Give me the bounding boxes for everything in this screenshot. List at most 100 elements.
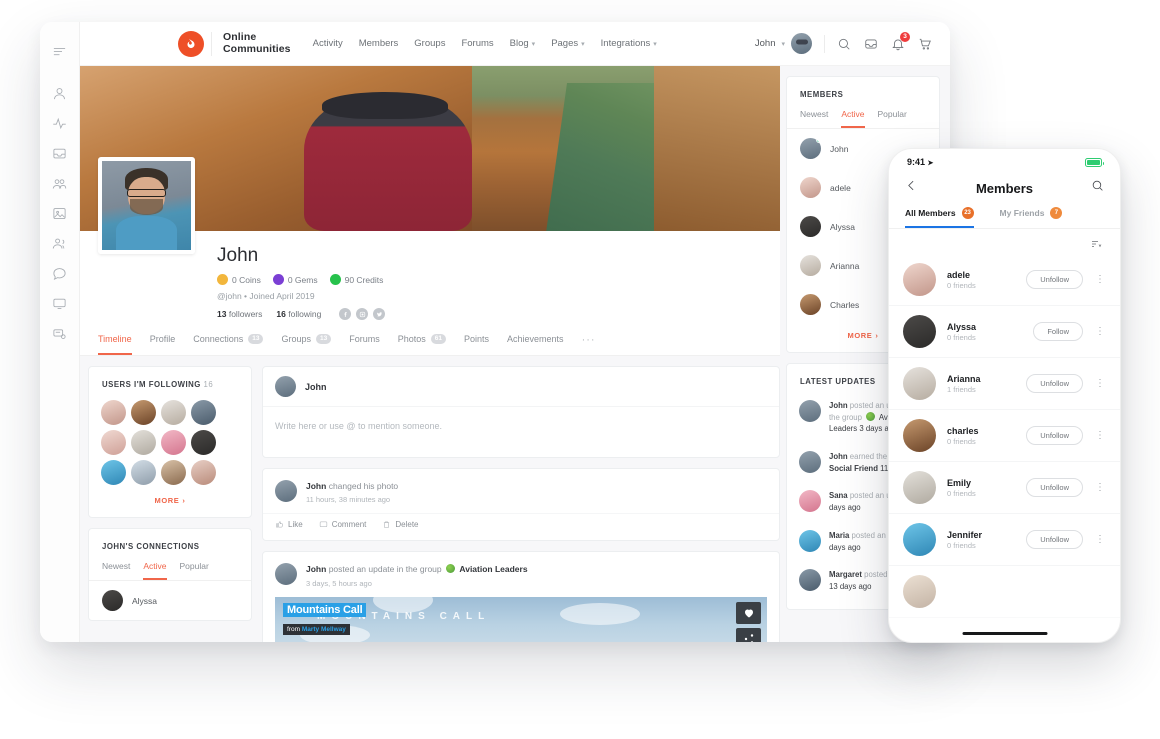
list-item[interactable]: charles 0 friends Unfollow ⋮ (889, 410, 1120, 462)
photos-icon[interactable] (49, 202, 71, 224)
avatar[interactable] (101, 460, 126, 485)
search-icon[interactable] (1091, 179, 1104, 197)
groups-icon[interactable] (49, 172, 71, 194)
messages-icon[interactable] (49, 262, 71, 284)
followers-stat[interactable]: 13 followers (217, 309, 262, 319)
avatar[interactable] (191, 400, 216, 425)
follow-toggle-button[interactable]: Unfollow (1026, 530, 1083, 549)
avatar[interactable] (161, 430, 186, 455)
avatar[interactable] (131, 400, 156, 425)
instagram-icon[interactable] (356, 308, 368, 320)
tab-connections[interactable]: Connections13 (193, 334, 263, 355)
tabs-overflow-icon[interactable]: ··· (582, 334, 596, 355)
follow-toggle-button[interactable]: Unfollow (1026, 270, 1083, 289)
tab-newest[interactable]: Newest (800, 109, 828, 128)
overflow-menu-icon[interactable]: ⋮ (1094, 483, 1106, 493)
user-menu[interactable]: John ▾ (755, 33, 812, 54)
follow-toggle-button[interactable]: Unfollow (1026, 478, 1083, 497)
profile-icon[interactable] (49, 82, 71, 104)
delete-button[interactable]: Delete (382, 520, 418, 529)
post-author[interactable]: John (306, 481, 326, 491)
nav-item-pages[interactable]: Pages▾ (551, 38, 584, 49)
video-embed[interactable]: MOUNTAINS CALL Mountains Call from Marty… (275, 597, 767, 642)
tab-active[interactable]: Active (841, 109, 864, 128)
follow-toggle-button[interactable]: Follow (1033, 322, 1083, 341)
bell-icon[interactable]: 3 (891, 37, 905, 51)
tab-label: Groups (281, 334, 311, 344)
tab-popular[interactable]: Popular (180, 561, 209, 580)
chevron-left-icon[interactable] (905, 179, 918, 197)
overflow-menu-icon[interactable]: ⋮ (1094, 379, 1106, 389)
tab-popular[interactable]: Popular (878, 109, 907, 128)
avatar[interactable] (191, 430, 216, 455)
share-icon[interactable] (736, 628, 761, 642)
cart-icon[interactable] (918, 37, 932, 51)
facebook-icon[interactable] (339, 308, 351, 320)
activity-icon[interactable] (49, 112, 71, 134)
avatar[interactable] (101, 400, 126, 425)
nav-item-groups[interactable]: Groups (414, 38, 445, 49)
notifications-icon[interactable] (49, 322, 71, 344)
tab-my-friends[interactable]: My Friends 7 (1000, 207, 1063, 228)
avatar (800, 138, 821, 159)
tab-photos[interactable]: Photos61 (398, 334, 446, 355)
tab-achievements[interactable]: Achievements (507, 334, 564, 355)
tab-all-members[interactable]: All Members 23 (905, 207, 974, 228)
list-item[interactable]: Alyssa (89, 581, 251, 620)
tab-newest[interactable]: Newest (102, 561, 130, 580)
avatar[interactable] (791, 33, 812, 54)
like-button[interactable]: Like (275, 520, 303, 529)
avatar[interactable] (191, 460, 216, 485)
tab-active[interactable]: Active (143, 561, 166, 580)
tab-label: Photos (398, 334, 426, 344)
sort-icon[interactable] (889, 229, 1120, 254)
avatar[interactable] (161, 460, 186, 485)
avatar[interactable] (275, 480, 297, 502)
list-item[interactable]: Alyssa 0 friends Follow ⋮ (889, 306, 1120, 358)
tab-timeline[interactable]: Timeline (98, 334, 132, 355)
comment-button[interactable]: Comment (319, 520, 367, 529)
list-item[interactable]: adele 0 friends Unfollow ⋮ (889, 254, 1120, 306)
nav-item-forums[interactable]: Forums (461, 38, 493, 49)
list-item[interactable] (889, 566, 1120, 618)
tab-points[interactable]: Points (464, 334, 489, 355)
more-link[interactable]: MORE› (89, 489, 251, 517)
forums-icon[interactable] (49, 292, 71, 314)
list-item[interactable]: Emily 0 friends Unfollow ⋮ (889, 462, 1120, 514)
overflow-menu-icon[interactable]: ⋮ (1094, 327, 1106, 337)
overflow-menu-icon[interactable]: ⋮ (1094, 431, 1106, 441)
post-group-name[interactable]: Aviation Leaders (459, 564, 527, 574)
menu-icon[interactable] (49, 40, 71, 62)
brand[interactable]: Online Communities (178, 31, 291, 57)
nav-item-activity[interactable]: Activity (313, 38, 343, 49)
avatar[interactable] (131, 460, 156, 485)
friends-icon[interactable] (49, 232, 71, 254)
search-icon[interactable] (837, 37, 851, 51)
twitter-icon[interactable] (373, 308, 385, 320)
list-item[interactable]: Arianna 1 friends Unfollow ⋮ (889, 358, 1120, 410)
list-item[interactable]: Jennifer 0 friends Unfollow ⋮ (889, 514, 1120, 566)
avatar[interactable] (131, 430, 156, 455)
follow-toggle-button[interactable]: Unfollow (1026, 374, 1083, 393)
overflow-menu-icon[interactable]: ⋮ (1094, 535, 1106, 545)
brand-text: Online Communities (223, 32, 291, 56)
avatar[interactable] (161, 400, 186, 425)
following-stat[interactable]: 16 following (276, 309, 321, 319)
composer-input[interactable]: Write here or use @ to mention someone. (263, 407, 779, 457)
follow-toggle-button[interactable]: Unfollow (1026, 426, 1083, 445)
nav-item-blog[interactable]: Blog▾ (510, 38, 536, 49)
member-name: Arianna (947, 374, 1015, 384)
avatar[interactable] (101, 430, 126, 455)
tab-profile[interactable]: Profile (150, 334, 176, 355)
post-author[interactable]: John (306, 564, 326, 574)
tab-groups[interactable]: Groups13 (281, 334, 331, 355)
tab-forums[interactable]: Forums (349, 334, 380, 355)
inbox-icon[interactable] (49, 142, 71, 164)
overflow-menu-icon[interactable]: ⋮ (1094, 275, 1106, 285)
favorite-heart-icon[interactable] (736, 602, 761, 624)
avatar[interactable] (275, 563, 297, 585)
nav-item-integrations[interactable]: Integrations▾ (601, 38, 657, 49)
inbox-icon[interactable] (864, 37, 878, 51)
nav-item-members[interactable]: Members (359, 38, 399, 49)
profile-avatar[interactable] (98, 157, 195, 254)
